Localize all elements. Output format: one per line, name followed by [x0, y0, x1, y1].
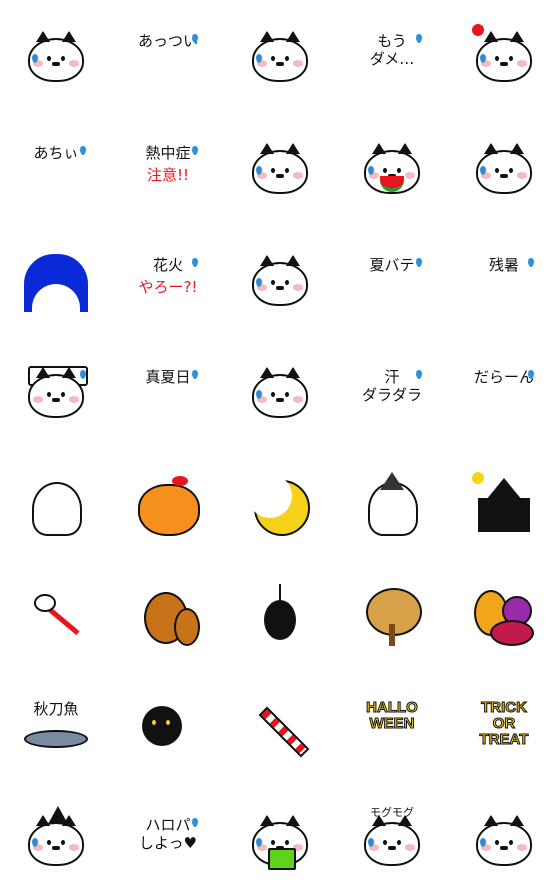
sticker-text: あっつい [137, 32, 198, 50]
sticker-text: 熱中症 [145, 144, 191, 162]
sticker-text: HALLO WEEN [366, 699, 419, 732]
saury-icon: 秋刀魚 [24, 696, 88, 760]
sticker-cell[interactable] [0, 448, 112, 560]
hot-text-icon: あちぃ [24, 136, 88, 200]
ice-cream-cat-icon [248, 136, 312, 200]
sweating-cat-icon [472, 808, 536, 872]
air-conditioner-cat-icon [24, 360, 88, 424]
ghost-icon [24, 472, 88, 536]
sticker-cell[interactable]: 残暑 [448, 224, 560, 336]
sticker-text-2: やろー?! [138, 278, 198, 296]
exhausted-text-icon: もう ダメ… [360, 24, 424, 88]
sticker-cell[interactable] [448, 0, 560, 112]
sticker-cell[interactable]: モグモグ [336, 784, 448, 896]
sticker-cell[interactable] [224, 112, 336, 224]
sticker-text: 秋刀魚 [33, 700, 79, 718]
sticker-cell[interactable] [112, 672, 224, 784]
spider-icon [248, 584, 312, 648]
dripping-sweat-icon: 汗 ダラダラ [360, 360, 424, 424]
sticker-text: ハロパ しよっ♥ [139, 816, 197, 852]
midsummer-day-icon: 真夏日 [136, 360, 200, 424]
sticker-cell[interactable] [224, 784, 336, 896]
sticker-cell[interactable] [224, 224, 336, 336]
squirrel-icon [136, 584, 200, 648]
sticker-cell[interactable]: 真夏日 [112, 336, 224, 448]
sticker-cell[interactable] [0, 784, 112, 896]
sunglasses-cat-icon [248, 248, 312, 312]
fireworks-invite-icon: 花火やろー?! [136, 248, 200, 312]
sticker-cell[interactable]: 夏バテ [336, 224, 448, 336]
sticker-cell[interactable]: 汗 ダラダラ [336, 336, 448, 448]
sticker-cell[interactable] [0, 336, 112, 448]
sticker-cell[interactable] [112, 448, 224, 560]
dragonfly-icon [24, 584, 88, 648]
sticker-cell[interactable]: 花火やろー?! [112, 224, 224, 336]
sticker-cell[interactable] [224, 0, 336, 112]
sticker-cell[interactable] [224, 336, 336, 448]
sticker-grid: あっつい もう ダメ… あちぃ 熱中症注意!! 花火やろー?! 夏バテ 残暑真夏日 汗 ダラダ… [0, 0, 560, 896]
trick-or-treat-text-icon: TRICK OR TREAT [472, 696, 536, 760]
sticker-text-2: 注意!! [146, 166, 190, 184]
sticker-text: モグモグ [370, 806, 414, 819]
hot-text-icon: あっつい [136, 24, 200, 88]
sticker-cell[interactable] [336, 448, 448, 560]
sun-cat-icon [472, 24, 536, 88]
sticker-cell[interactable]: ハロパ しよっ♥ [112, 784, 224, 896]
sticker-text: あちぃ [33, 144, 79, 162]
candy-icon [248, 696, 312, 760]
sticker-cell[interactable] [336, 112, 448, 224]
sticker-cell[interactable] [0, 560, 112, 672]
moon-bat-icon [248, 472, 312, 536]
sweating-cat-icon [248, 360, 312, 424]
sticker-cell[interactable]: もう ダメ… [336, 0, 448, 112]
sticker-cell[interactable] [448, 448, 560, 560]
sticker-text: もう ダメ… [369, 32, 415, 68]
summer-fatigue-icon: 夏バテ [360, 248, 424, 312]
sticker-cell[interactable]: あちぃ [0, 112, 112, 224]
sweating-cat-icon [24, 24, 88, 88]
sticker-text: 残暑 [488, 256, 519, 274]
sticker-cell[interactable]: だらーん [448, 336, 560, 448]
black-cat-icon [136, 696, 200, 760]
watermelon-cat-icon [360, 136, 424, 200]
sticker-text: 汗 ダラダラ [361, 368, 422, 404]
sticker-cell[interactable] [448, 784, 560, 896]
sticker-cell[interactable] [0, 224, 112, 336]
sticker-cell[interactable]: TRICK OR TREAT [448, 672, 560, 784]
lingering-heat-icon: 残暑 [472, 248, 536, 312]
eating-cat-icon: モグモグ [360, 806, 424, 872]
halloween-text-icon: HALLO WEEN [360, 696, 424, 760]
sticker-cell[interactable] [224, 672, 336, 784]
sticker-text: 花火 [152, 256, 183, 274]
fireworks-icon [24, 248, 88, 312]
sticker-cell[interactable] [224, 448, 336, 560]
sticker-cell[interactable]: 秋刀魚 [0, 672, 112, 784]
witch-ghost-icon [360, 472, 424, 536]
autumn-fruits-icon [472, 584, 536, 648]
sticker-text: 夏バテ [369, 256, 415, 274]
sticker-text: だらーん [473, 368, 534, 386]
ice-cream-cat-icon [472, 136, 536, 200]
reading-cat-icon [248, 808, 312, 872]
sticker-cell[interactable] [448, 560, 560, 672]
sticker-cell[interactable] [336, 560, 448, 672]
sticker-cell[interactable]: あっつい [112, 0, 224, 112]
autumn-tree-icon [360, 584, 424, 648]
limp-cat-icon: だらーん [472, 360, 536, 424]
haunted-house-icon [472, 472, 536, 536]
sticker-cell[interactable] [112, 560, 224, 672]
sticker-text: TRICK OR TREAT [479, 699, 529, 748]
pumpkin-icon [136, 472, 200, 536]
heatstroke-warning-icon: 熱中症注意!! [136, 136, 200, 200]
cat-face [28, 367, 84, 418]
witch-hat-cat-icon [24, 806, 88, 872]
sticker-cell[interactable]: 熱中症注意!! [112, 112, 224, 224]
sticker-cell[interactable] [224, 560, 336, 672]
sticker-cell[interactable]: HALLO WEEN [336, 672, 448, 784]
sticker-text: 真夏日 [145, 368, 191, 386]
sticker-cell[interactable] [448, 112, 560, 224]
melting-cat-icon [248, 24, 312, 88]
halloween-party-icon: ハロパ しよっ♥ [136, 808, 200, 872]
sticker-cell[interactable] [0, 0, 112, 112]
